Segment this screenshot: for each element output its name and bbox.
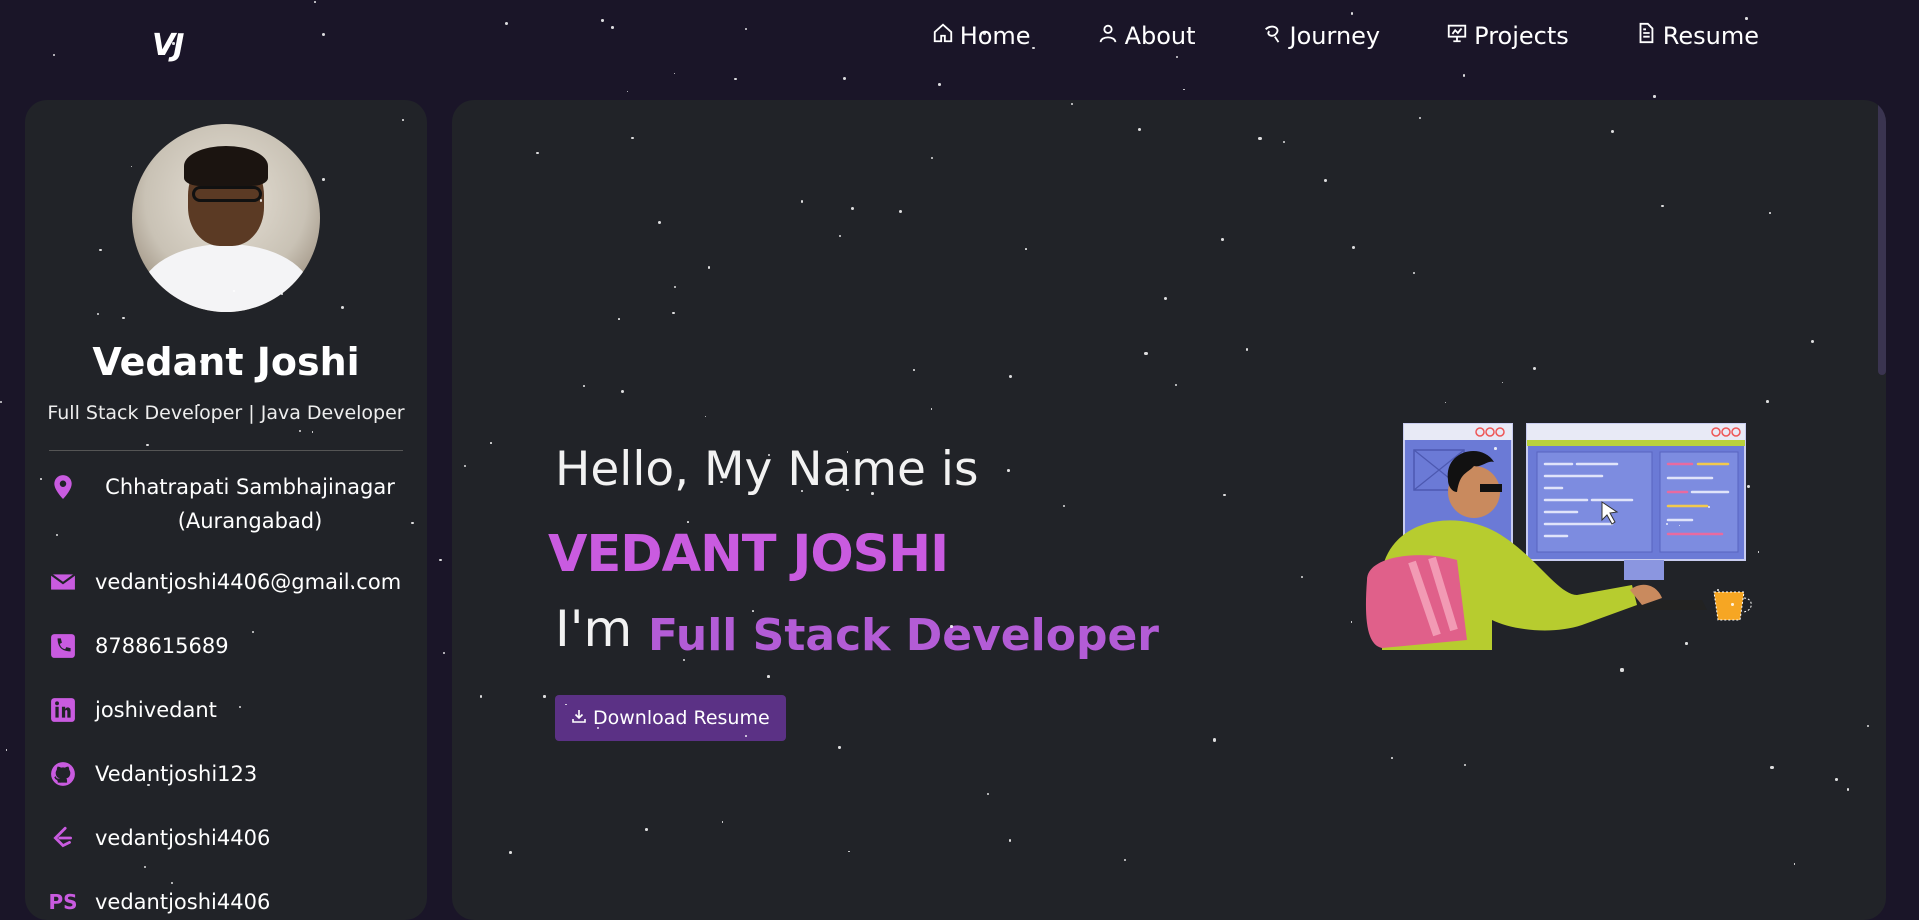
star [601, 19, 604, 22]
contact-email[interactable]: vedantjoshi4406@gmail.com [49, 568, 401, 596]
nav-home[interactable]: Home [932, 22, 1031, 50]
main-nav: Home About Journey Projects Resume [932, 22, 1759, 50]
location-pin-icon [49, 473, 77, 501]
profile-role: Full Stack Developer | Java Developer [47, 402, 405, 424]
profile-sidebar: Vedant Joshi Full Stack Developer | Java… [25, 100, 427, 920]
mail-icon [49, 568, 77, 596]
star [1175, 56, 1178, 59]
hero-name: VEDANT JOSHI [548, 525, 949, 584]
partial-text: vedantjoshi4406 [95, 890, 271, 914]
star [1350, 11, 1354, 15]
hero-greeting: Hello, My Name is [555, 442, 979, 497]
nav-projects[interactable]: Projects [1446, 22, 1569, 50]
hero-role-typewriter: Full Stack Developer [648, 610, 1159, 661]
nav-about[interactable]: About [1097, 22, 1196, 50]
nav-label: Projects [1474, 22, 1569, 50]
download-label: Download Resume [593, 707, 770, 729]
nav-resume[interactable]: Resume [1635, 22, 1759, 50]
email-text: vedantjoshi4406@gmail.com [95, 570, 402, 594]
code-profile-icon: PS [48, 890, 78, 914]
scrollbar[interactable] [1878, 100, 1886, 375]
star [733, 77, 737, 81]
star [322, 33, 326, 37]
hero-card: Hello, My Name is VEDANT JOSHI I'm Full … [452, 100, 1886, 920]
star [5, 749, 8, 751]
nav-label: Resume [1662, 22, 1759, 50]
star [0, 400, 3, 403]
star [673, 72, 676, 75]
nav-label: About [1124, 22, 1196, 50]
phone-icon [49, 632, 77, 660]
phone-text: 8788615689 [95, 634, 229, 658]
developer-illustration [1365, 423, 1752, 650]
site-logo[interactable]: VJ [152, 28, 184, 63]
document-icon [1635, 22, 1657, 50]
download-resume-button[interactable]: Download Resume [555, 695, 786, 741]
journey-icon [1262, 22, 1284, 50]
download-icon [571, 707, 587, 729]
star [938, 82, 942, 86]
nav-label: Home [959, 22, 1031, 50]
divider [49, 450, 403, 451]
star [1653, 95, 1656, 98]
profile-name: Vedant Joshi [92, 340, 360, 384]
contact-phone[interactable]: 8788615689 [49, 632, 229, 660]
star [626, 90, 629, 93]
contact-github[interactable]: Vedantjoshi123 [49, 760, 257, 788]
contact-location: Chhatrapati Sambhajinagar (Aurangabad) [49, 470, 405, 538]
star [1183, 88, 1185, 90]
star [314, 0, 317, 3]
location-line1: Chhatrapati Sambhajinagar [105, 475, 395, 499]
nav-label: Journey [1289, 22, 1381, 50]
star [52, 53, 55, 57]
github-icon [49, 760, 77, 788]
star [442, 651, 445, 654]
github-text: Vedantjoshi123 [95, 762, 258, 786]
star [1745, 17, 1748, 20]
leetcode-text: vedantjoshi4406 [95, 826, 271, 850]
location-line2: (Aurangabad) [177, 509, 323, 533]
user-icon [1097, 22, 1119, 50]
linkedin-text: joshivedant [95, 698, 217, 722]
leetcode-icon [49, 824, 77, 852]
contact-linkedin[interactable]: joshivedant [49, 696, 217, 724]
presentation-icon [1446, 22, 1468, 50]
contact-leetcode[interactable]: vedantjoshi4406 [49, 824, 270, 852]
star [611, 25, 614, 29]
star [505, 21, 509, 25]
star [439, 558, 442, 562]
contact-partial[interactable]: PS vedantjoshi4406 [48, 888, 271, 916]
avatar [132, 124, 320, 312]
star [1462, 74, 1466, 78]
home-icon [932, 22, 954, 50]
nav-journey[interactable]: Journey [1262, 22, 1381, 50]
hero-im: I'm [555, 600, 633, 658]
star [744, 28, 747, 31]
star [842, 76, 846, 80]
linkedin-icon [49, 696, 77, 724]
